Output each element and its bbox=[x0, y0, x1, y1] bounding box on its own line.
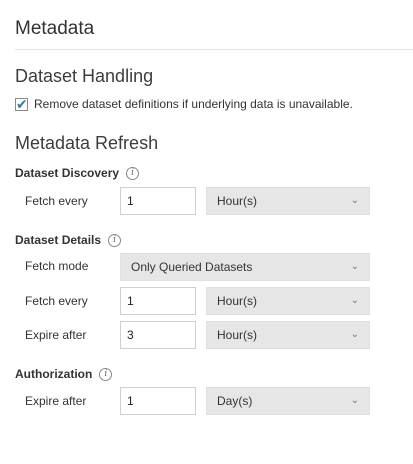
chevron-down-icon: ⌄ bbox=[350, 195, 359, 206]
chevron-down-icon: ⌄ bbox=[350, 329, 359, 340]
discovery-fetch-every-input[interactable]: 1 bbox=[120, 187, 196, 215]
checkmark-icon: ✔ bbox=[16, 95, 28, 112]
remove-definitions-row[interactable]: ✔ Remove dataset definitions if underlyi… bbox=[15, 95, 353, 112]
info-icon[interactable]: i bbox=[108, 233, 122, 247]
details-fetch-every-unit-select[interactable]: Hour(s) ⌄ bbox=[206, 287, 370, 315]
details-expire-after-label: Expire after bbox=[25, 328, 87, 342]
details-fetch-mode-select[interactable]: Only Queried Datasets ⌄ bbox=[120, 253, 370, 281]
discovery-fetch-every-label: Fetch every bbox=[25, 194, 88, 208]
fetch-mode-value: Only Queried Datasets bbox=[131, 260, 253, 274]
dataset-details-title-text: Dataset Details bbox=[15, 233, 102, 247]
chevron-down-icon: ⌄ bbox=[350, 261, 359, 272]
dataset-details-title: Dataset Details i bbox=[15, 233, 122, 247]
authorization-title: Authorization i bbox=[15, 367, 113, 381]
title-divider bbox=[15, 49, 413, 50]
details-expire-after-unit-select[interactable]: Hour(s) ⌄ bbox=[206, 321, 370, 349]
details-fetch-mode-label: Fetch mode bbox=[25, 259, 89, 273]
details-expire-after-input[interactable]: 3 bbox=[120, 321, 196, 349]
details-fetch-every-label: Fetch every bbox=[25, 294, 88, 308]
dataset-discovery-title: Dataset Discovery i bbox=[15, 166, 140, 180]
authorization-expire-after-input[interactable]: 1 bbox=[120, 387, 196, 415]
dataset-handling-heading: Dataset Handling bbox=[15, 66, 154, 86]
metadata-refresh-heading: Metadata Refresh bbox=[15, 133, 159, 153]
authorization-unit-value: Day(s) bbox=[217, 394, 253, 408]
details-fetch-every-input[interactable]: 1 bbox=[120, 287, 196, 315]
details-expire-unit-value: Hour(s) bbox=[217, 328, 258, 342]
details-fetch-unit-value: Hour(s) bbox=[217, 294, 258, 308]
dataset-discovery-title-text: Dataset Discovery bbox=[15, 166, 120, 180]
authorization-expire-after-label: Expire after bbox=[25, 394, 87, 408]
page-title: Metadata bbox=[15, 18, 95, 39]
authorization-title-text: Authorization bbox=[15, 367, 93, 381]
authorization-expire-after-unit-select[interactable]: Day(s) ⌄ bbox=[206, 387, 370, 415]
info-icon[interactable]: i bbox=[99, 367, 113, 381]
remove-definitions-label: Remove dataset definitions if underlying… bbox=[34, 97, 353, 111]
remove-definitions-checkbox[interactable]: ✔ bbox=[15, 95, 28, 112]
chevron-down-icon: ⌄ bbox=[350, 295, 359, 306]
chevron-down-icon: ⌄ bbox=[350, 395, 359, 406]
info-icon[interactable]: i bbox=[126, 166, 140, 180]
discovery-unit-value: Hour(s) bbox=[217, 194, 258, 208]
discovery-fetch-every-unit-select[interactable]: Hour(s) ⌄ bbox=[206, 187, 370, 215]
